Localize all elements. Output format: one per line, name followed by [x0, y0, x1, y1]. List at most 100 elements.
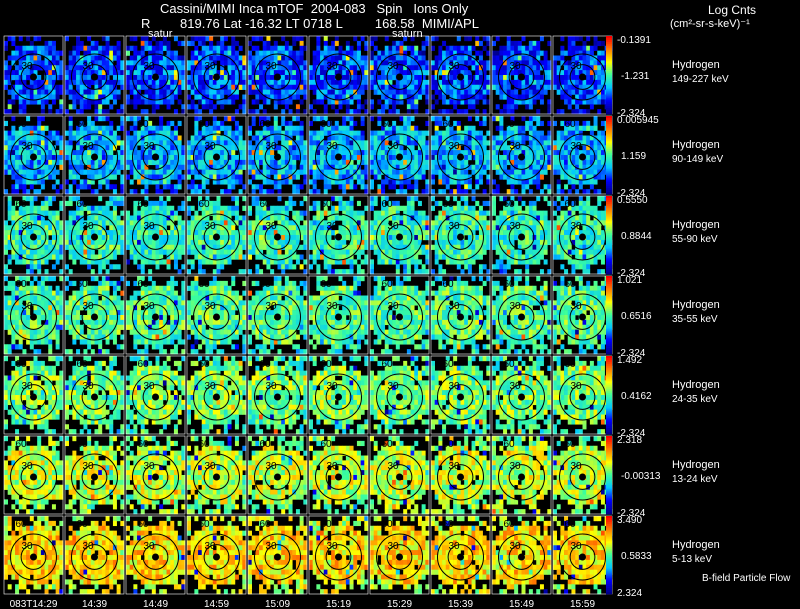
- heatmap-pixel: [40, 104, 45, 110]
- heatmap-pixel: [162, 75, 167, 81]
- heatmap-pixel: [44, 200, 49, 207]
- heatmap-pixel: [109, 244, 114, 250]
- heatmap-pixel: [234, 155, 239, 161]
- heatmap-pixel: [410, 116, 415, 122]
- heatmap-pixel: [234, 135, 239, 141]
- heatmap-pixel: [7, 99, 12, 105]
- heatmap-pixel: [543, 169, 548, 175]
- heatmap-pixel: [155, 239, 160, 246]
- heatmap-pixel: [231, 116, 236, 122]
- heatmap-pixel: [521, 169, 526, 175]
- heatmap-pixel: [238, 104, 243, 110]
- heatmap-pixel: [431, 189, 435, 195]
- heatmap-pixel: [460, 159, 465, 166]
- heatmap-pixel: [198, 189, 203, 195]
- heatmap-pixel: [144, 259, 149, 265]
- heatmap-pixel: [532, 169, 537, 175]
- heatmap-pixel: [349, 65, 354, 71]
- heatmap-pixel: [334, 174, 339, 180]
- heatmap-pixel: [212, 50, 217, 56]
- heatmap-pixel: [295, 125, 300, 131]
- heatmap-pixel: [234, 200, 239, 207]
- heatmap-pixel: [155, 264, 160, 270]
- heatmap-pixel: [564, 99, 569, 105]
- heatmap-pixel: [187, 184, 191, 190]
- heatmap-pixel: [129, 99, 134, 105]
- heatmap-pixel: [187, 84, 191, 90]
- ring-label: 60: [443, 119, 455, 130]
- ring-label: 60: [321, 119, 333, 130]
- heatmap-pixel: [33, 205, 38, 211]
- heatmap-pixel: [532, 145, 537, 151]
- ring-label: 30: [22, 221, 34, 232]
- heatmap-pixel: [281, 70, 286, 76]
- heatmap-pixel: [248, 60, 252, 66]
- heatmap-pixel: [29, 215, 34, 221]
- heatmap-pixel: [22, 184, 27, 190]
- heatmap-pixel: [309, 79, 313, 86]
- heatmap-pixel: [492, 150, 496, 156]
- heatmap-pixel: [353, 70, 358, 76]
- heatmap-pixel: [166, 84, 171, 90]
- heatmap-pixel: [151, 205, 156, 211]
- heatmap-pixel: [503, 70, 508, 76]
- heatmap-pixel: [205, 249, 210, 255]
- heatmap-pixel: [597, 40, 602, 47]
- heatmap-pixel: [259, 65, 264, 71]
- heatmap-pixel: [173, 155, 178, 161]
- heatmap-pixel: [29, 159, 34, 166]
- heatmap-pixel: [205, 155, 210, 161]
- heatmap-pixel: [567, 179, 572, 185]
- heatmap-pixel: [575, 104, 580, 110]
- heatmap-pixel: [109, 150, 114, 156]
- heatmap-pixel: [342, 99, 347, 105]
- heatmap-pixel: [98, 116, 103, 122]
- heatmap-pixel: [148, 205, 153, 211]
- heatmap-pixel: [220, 259, 225, 265]
- heatmap-pixel: [220, 79, 225, 86]
- heatmap-pixel: [353, 164, 358, 170]
- heatmap-pixel: [248, 210, 252, 216]
- heatmap-pixel: [187, 269, 191, 275]
- heatmap-pixel: [521, 36, 526, 42]
- heatmap-pixel: [600, 135, 605, 141]
- heatmap-pixel: [320, 50, 325, 56]
- heatmap-pixel: [187, 196, 191, 202]
- heatmap-pixel: [353, 150, 358, 156]
- heatmap-pixel: [231, 184, 236, 190]
- heatmap-pixel: [105, 269, 110, 275]
- heatmap-pixel: [338, 125, 343, 131]
- heatmap-pixel: [556, 189, 561, 195]
- heatmap-pixel: [475, 145, 480, 151]
- heatmap-pixel: [55, 220, 60, 226]
- heatmap-pixel: [403, 45, 408, 51]
- heatmap-pixel: [129, 215, 134, 221]
- heatmap-pixel: [514, 135, 519, 141]
- heatmap-pixel: [475, 94, 480, 100]
- heatmap-pixel: [105, 164, 110, 170]
- heatmap-pixel: [456, 50, 461, 56]
- heatmap-pixel: [453, 104, 458, 110]
- heatmap-pixel: [567, 36, 572, 42]
- heatmap-pixel: [26, 196, 31, 202]
- heatmap-pixel: [345, 109, 350, 115]
- heatmap-pixel: [517, 169, 522, 175]
- heatmap-pixel: [442, 155, 447, 161]
- heatmap-pixel: [190, 89, 195, 95]
- heatmap-pixel: [453, 45, 458, 51]
- heatmap-pixel: [392, 75, 397, 81]
- heatmap-pixel: [449, 45, 454, 51]
- heatmap-pixel: [471, 130, 476, 136]
- heatmap-pixel: [312, 84, 317, 90]
- heatmap-pixel: [212, 89, 217, 95]
- heatmap-pixel: [388, 45, 393, 51]
- heatmap-pixel: [334, 125, 339, 131]
- heatmap-pixel: [528, 155, 533, 161]
- heatmap-pixel: [255, 45, 260, 51]
- heatmap-pixel: [112, 94, 117, 100]
- heatmap-pixel: [55, 65, 60, 71]
- heatmap-pixel: [503, 174, 508, 180]
- heatmap-pixel: [360, 145, 365, 151]
- heatmap-pixel: [442, 174, 447, 180]
- heatmap-pixel: [251, 45, 256, 51]
